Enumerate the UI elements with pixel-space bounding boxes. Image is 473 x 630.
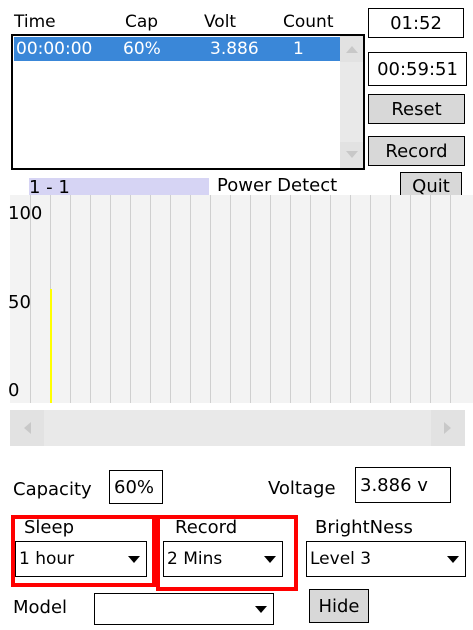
scroll-right-button[interactable] xyxy=(431,410,465,446)
model-dropdown[interactable] xyxy=(94,593,274,625)
brightness-dropdown[interactable]: Level 3 xyxy=(306,541,466,577)
brightness-value: Level 3 xyxy=(310,549,372,569)
row-cap: 60% xyxy=(123,39,161,59)
record-interval-value: 2 Mins xyxy=(167,549,223,569)
elapsed-time-display: 01:52 xyxy=(368,8,464,38)
arrow-down-icon xyxy=(345,151,358,158)
capacity-label: Capacity xyxy=(13,479,92,500)
scroll-left-button[interactable] xyxy=(10,410,44,446)
remaining-time-display: 00:59:51 xyxy=(368,52,467,86)
arrow-up-icon xyxy=(345,46,358,53)
column-header-volt[interactable]: Volt xyxy=(204,12,236,32)
hide-button[interactable]: Hide xyxy=(309,589,369,623)
sleep-dropdown[interactable]: 1 hour xyxy=(15,541,147,577)
chevron-down-icon xyxy=(128,556,140,563)
voltage-field[interactable]: 3.886 v xyxy=(355,467,451,503)
row-count: 1 xyxy=(293,39,304,59)
record-label: Record xyxy=(175,517,238,538)
chevron-down-icon xyxy=(264,556,276,563)
scroll-down-button[interactable] xyxy=(340,142,363,168)
list-vertical-scrollbar[interactable] xyxy=(340,36,363,168)
brightness-label: BrightNess xyxy=(315,517,413,538)
chevron-down-icon xyxy=(447,556,459,563)
voltage-label: Voltage xyxy=(268,478,336,499)
column-header-count[interactable]: Count xyxy=(283,12,334,32)
capacity-field[interactable]: 60% xyxy=(109,470,163,504)
column-header-cap[interactable]: Cap xyxy=(125,12,158,32)
scroll-up-button[interactable] xyxy=(340,36,363,62)
chart-title: Power Detect xyxy=(217,175,338,196)
sleep-label: Sleep xyxy=(24,517,75,538)
model-label: Model xyxy=(13,597,68,618)
row-time: 00:00:00 xyxy=(16,39,93,59)
record-interval-dropdown[interactable]: 2 Mins xyxy=(163,541,283,577)
chevron-down-icon xyxy=(255,606,267,613)
chart-horizontal-scrollbar[interactable] xyxy=(10,410,465,446)
sleep-value: 1 hour xyxy=(19,549,75,569)
chart-plot xyxy=(50,289,52,403)
record-button[interactable]: Record xyxy=(368,136,465,166)
arrow-left-icon xyxy=(24,422,31,434)
row-volt: 3.886 xyxy=(210,39,259,59)
reset-button[interactable]: Reset xyxy=(368,94,465,124)
column-header-time[interactable]: Time xyxy=(14,12,56,32)
arrow-right-icon xyxy=(444,422,451,434)
